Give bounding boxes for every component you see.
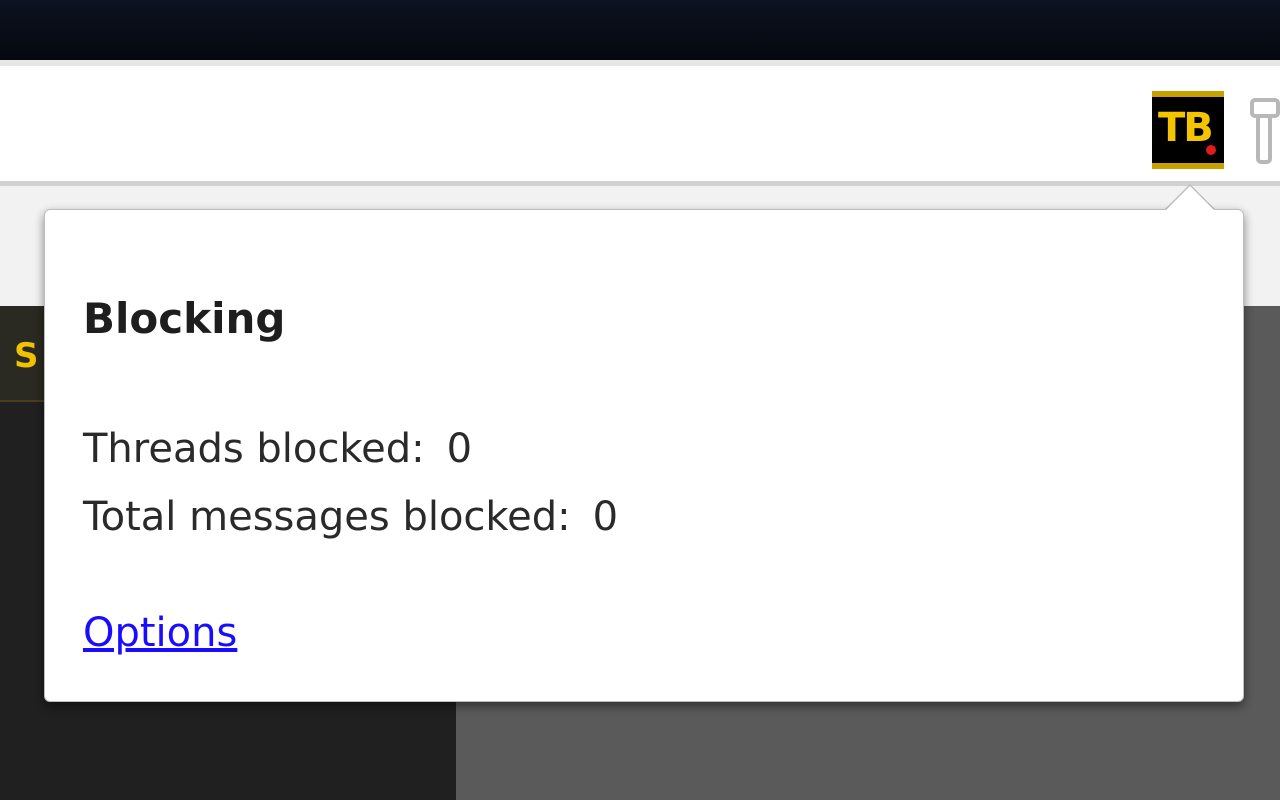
browser-toolbar (0, 60, 1280, 186)
threads-blocked-label: Threads blocked: (83, 426, 425, 472)
threads-blocked-row: Threads blocked: 0 (83, 426, 472, 472)
tb-extension-label: TB (1158, 105, 1214, 151)
extension-popup: Blocking Threads blocked: 0 Total message… (44, 209, 1244, 702)
popup-heading: Blocking (83, 294, 286, 343)
page-partial-text: S (14, 336, 39, 376)
threads-blocked-value: 0 (446, 426, 473, 472)
options-link[interactable]: Options (83, 610, 237, 656)
popup-arrow (1166, 186, 1214, 210)
browser-title-bar (0, 0, 1280, 60)
total-messages-blocked-row: Total messages blocked: 0 (83, 494, 618, 540)
tb-badge-dot (1206, 145, 1216, 155)
wrench-icon[interactable] (1244, 96, 1280, 166)
total-messages-blocked-label: Total messages blocked: (83, 494, 571, 540)
total-messages-blocked-value: 0 (592, 494, 619, 540)
tb-extension-button[interactable]: TB (1152, 91, 1224, 169)
